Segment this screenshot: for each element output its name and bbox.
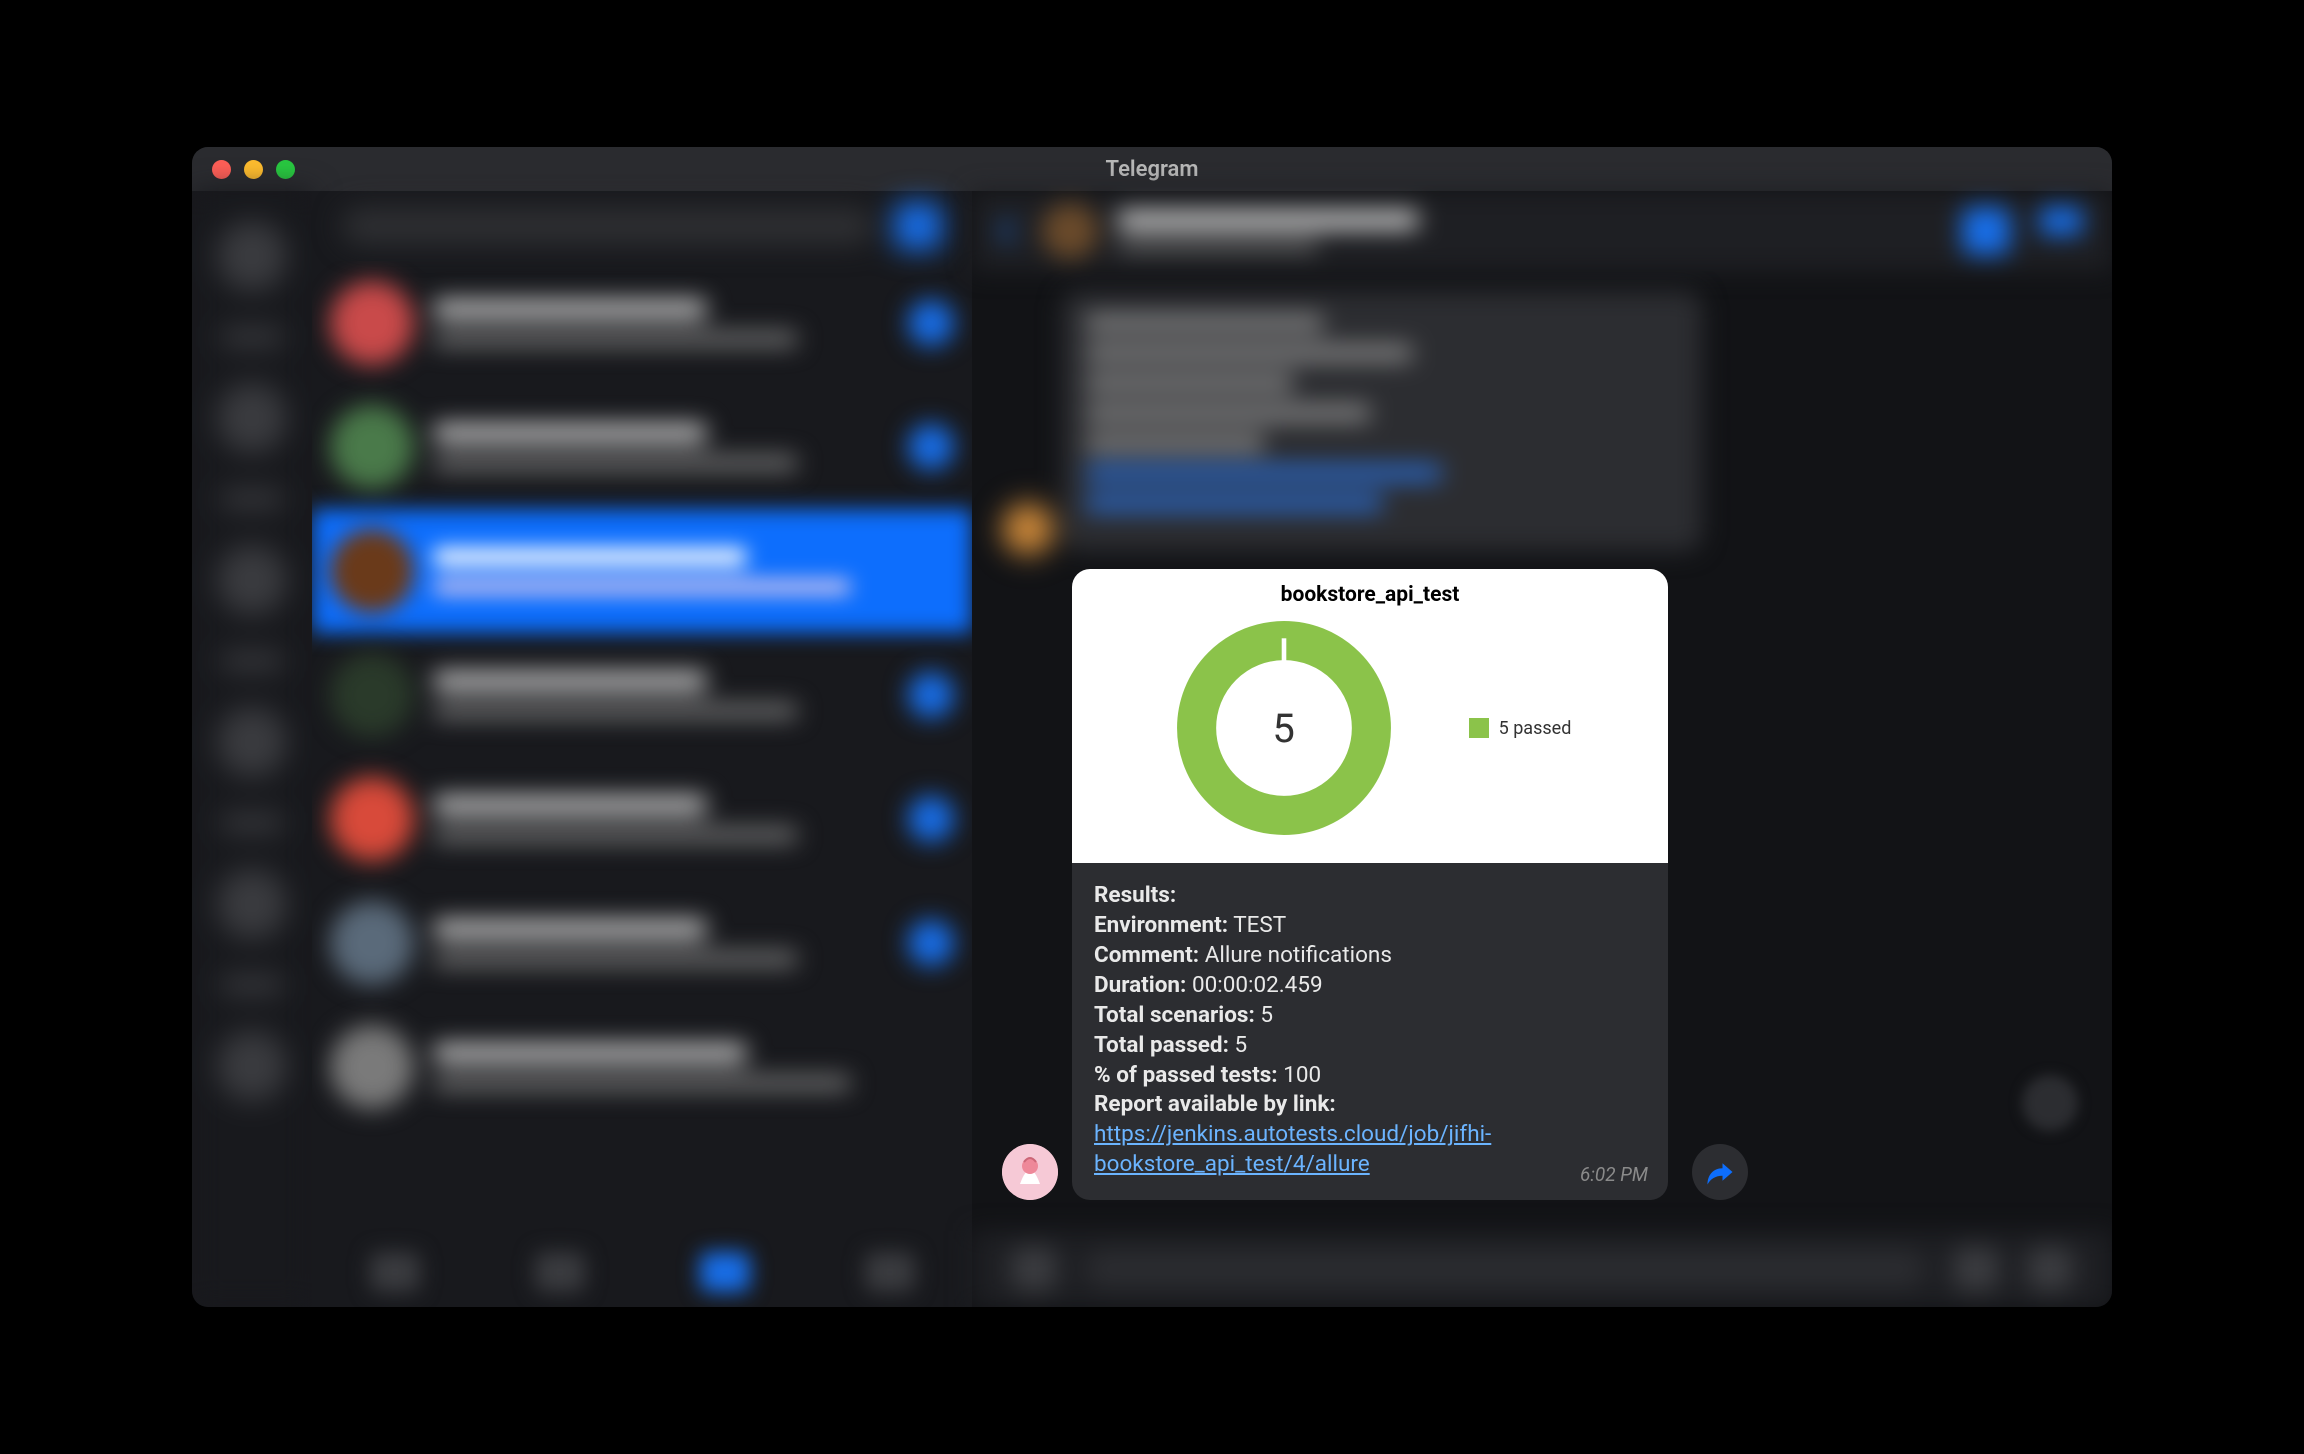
sidebar-tabs[interactable] (312, 1237, 972, 1307)
attachment-card: bookstore_api_test 5 (1072, 569, 1668, 863)
chat-pane: bookstore_api_test 5 (972, 191, 2112, 1307)
message-row: bookstore_api_test 5 (1002, 569, 2072, 1200)
results-label: Results: (1094, 882, 1176, 908)
settings-icon[interactable] (865, 1252, 915, 1292)
chat-avatar[interactable] (1042, 203, 1098, 259)
contacts-icon[interactable] (370, 1252, 420, 1292)
chat-item[interactable] (312, 261, 972, 385)
env-value: TEST (1233, 912, 1286, 938)
messages-area[interactable]: bookstore_api_test 5 (972, 271, 2112, 1231)
chat-list[interactable] (312, 261, 972, 1237)
pct-value: 100 (1283, 1062, 1321, 1088)
chat-item[interactable] (312, 385, 972, 509)
chat-item[interactable] (312, 757, 972, 881)
comment-value: Allure notifications (1205, 942, 1392, 968)
donut-chart: 5 (1169, 613, 1399, 843)
search-bar[interactable] (312, 191, 972, 261)
report-link[interactable]: https://jenkins.autotests.cloud/job/jifh… (1094, 1121, 1491, 1177)
attach-icon[interactable] (1012, 1247, 1056, 1291)
chat-item[interactable] (312, 1005, 972, 1129)
compose-icon[interactable] (894, 202, 942, 250)
donut-center-value: 5 (1169, 613, 1399, 843)
content-area: bookstore_api_test 5 (192, 191, 2112, 1307)
card-title: bookstore_api_test (1092, 583, 1648, 607)
window-title: Telegram (192, 157, 2112, 182)
titlebar: Telegram (192, 147, 2112, 191)
link-label: Report available by link: (1094, 1091, 1336, 1117)
message-bubble[interactable]: bookstore_api_test 5 (1072, 569, 1668, 1200)
passed-value: 5 (1235, 1032, 1248, 1058)
message-text: Results: Environment: TEST Comment: Allu… (1072, 863, 1668, 1200)
chat-item[interactable] (312, 633, 972, 757)
env-label: Environment: (1094, 912, 1228, 938)
comment-label: Comment: (1094, 942, 1199, 968)
sender-avatar[interactable] (1002, 1144, 1058, 1200)
message-input[interactable] (1086, 1249, 1924, 1289)
message-time: 6:02 PM (1580, 1163, 1648, 1186)
emoji-icon[interactable] (1954, 1247, 1998, 1291)
chat-item-selected[interactable] (312, 509, 972, 633)
total-label: Total scenarios: (1094, 1002, 1255, 1028)
passed-label: Total passed: (1094, 1032, 1229, 1058)
chart-legend: 5 passed (1469, 718, 1572, 739)
more-icon[interactable] (2040, 207, 2082, 235)
window-controls (192, 160, 295, 179)
message-input-bar[interactable] (972, 1231, 2112, 1307)
maximize-icon[interactable] (276, 160, 295, 179)
duration-value: 00:00:02.459 (1192, 972, 1323, 998)
pct-label: % of passed tests: (1094, 1062, 1278, 1088)
chat-list-sidebar (312, 191, 972, 1307)
legend-swatch-icon (1469, 718, 1489, 738)
folders-column[interactable] (192, 191, 312, 1307)
back-icon[interactable] (998, 217, 1026, 245)
close-icon[interactable] (212, 160, 231, 179)
chat-item[interactable] (312, 881, 972, 1005)
minimize-icon[interactable] (244, 160, 263, 179)
scroll-to-bottom-button[interactable] (2022, 1075, 2078, 1131)
calls-icon[interactable] (535, 1252, 585, 1292)
previous-message[interactable] (1062, 291, 1702, 551)
legend-label: 5 passed (1499, 718, 1572, 739)
total-value: 5 (1260, 1002, 1273, 1028)
app-window: Telegram (192, 147, 2112, 1307)
chat-header[interactable] (972, 191, 2112, 271)
duration-label: Duration: (1094, 972, 1186, 998)
share-button[interactable] (1692, 1144, 1748, 1200)
mic-icon[interactable] (2028, 1247, 2072, 1291)
search-icon[interactable] (1962, 207, 2010, 255)
chats-icon[interactable] (700, 1252, 750, 1292)
